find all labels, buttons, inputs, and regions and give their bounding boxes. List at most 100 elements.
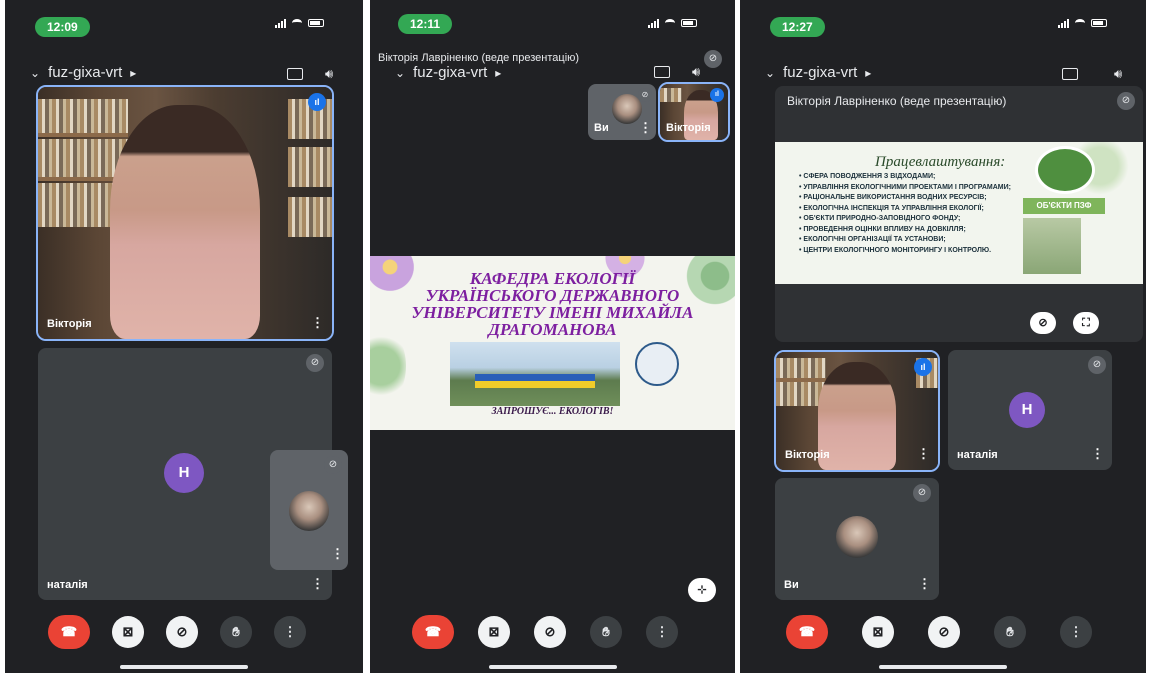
status-icons [1058,18,1107,28]
presenter-label: Вікторія Лавріненко (веде презентацію) [787,94,1007,108]
participant-tile-viktoria[interactable]: ıl Вікторія ⋮ [774,350,940,472]
end-call-button[interactable]: ☎ [786,615,828,649]
meeting-code: fuz-gixa-vrt [783,64,858,81]
participant-tile-viktoria[interactable]: ıl Вікторія ⋮ [36,85,334,341]
camera-off-button[interactable]: ⊠ [112,616,144,648]
list-item: • ЕКОЛОГІЧНА ІНСПЕКЦІЯ ТА УПРАВЛІННЯ ЕКО… [799,204,984,212]
switch-camera-icon[interactable] [654,66,670,78]
mic-off-icon: ⊘ [306,354,324,372]
wifi-icon [665,19,675,27]
self-view-tile[interactable]: ⊘ ⋮ [270,450,348,570]
list-item: • ОБ'ЄКТИ ПРИРОДНО-ЗАПОВІДНОГО ФОНДУ; [799,215,961,222]
end-call-button[interactable]: ☎ [48,615,90,649]
call-controls: ☎ ⊠ ⊘ ✋︎ ⋮ [412,615,678,649]
end-call-button[interactable]: ☎ [412,615,454,649]
call-controls: ☎ ⊠ ⊘ ✋︎ ⋮ [786,615,1092,649]
more-options-icon[interactable]: ⋮ [331,546,344,562]
slide-title: Працевлаштування: [875,154,1006,170]
chevron-down-icon[interactable]: ⌄ [395,66,405,80]
more-options-icon[interactable]: ⋮ [917,446,930,462]
meeting-header[interactable]: ⌄ fuz-gixa-vrt ▸ [395,64,501,81]
wifi-icon [292,19,302,27]
mic-off-icon: ⊘ [913,484,931,502]
speaker-icon[interactable]: 🔊︎ [692,64,700,80]
participant-video [818,362,896,470]
mic-off-button[interactable]: ⊘ [928,616,960,648]
more-options-button[interactable]: ⋮ [1060,616,1092,648]
raise-hand-button[interactable]: ✋︎ [590,616,622,648]
speaker-icon[interactable]: 🔊︎ [1114,66,1122,82]
signal-icon [648,18,659,28]
wifi-icon [1075,19,1085,27]
participant-name: Ви [594,122,609,134]
battery-icon [308,19,324,27]
self-view-tile[interactable]: ⊘ Ви ⋮ [588,84,656,140]
meeting-header[interactable]: ⌄ fuz-gixa-vrt ▸ [30,64,136,81]
caret-right-icon: ▸ [495,65,502,80]
battery-icon [1091,19,1107,27]
self-avatar [612,94,642,124]
more-options-icon[interactable]: ⋮ [918,576,931,592]
more-options-icon[interactable]: ⋮ [1091,446,1104,462]
more-options-button[interactable]: ⋮ [274,616,306,648]
self-avatar [836,516,878,558]
participant-name: Ви [784,579,799,591]
pin-off-button[interactable]: ⊘ [1030,312,1056,334]
camera-off-button[interactable]: ⊠ [478,616,510,648]
exit-fullscreen-button[interactable]: ⊹ [688,578,716,602]
meet-screen-2: 12:11 Вікторія Лавріненко (веде презента… [370,0,735,673]
presenter-label: Вікторія Лавріненко (веде презентацію) [378,52,580,64]
more-options-button[interactable]: ⋮ [646,616,678,648]
participant-video [110,105,260,339]
participant-name: наталія [47,579,88,591]
presentation-slide: Працевлаштування: • СФЕРА ПОВОДЖЕННЯ З В… [775,142,1143,284]
status-time: 12:27 [770,17,825,37]
participant-name: наталія [957,449,998,461]
speaking-indicator-icon: ıl [308,93,326,111]
slide-photo [1023,218,1081,274]
status-time: 12:09 [35,17,90,37]
speaking-indicator-icon: ıl [914,358,932,376]
switch-camera-icon[interactable] [287,68,303,80]
more-options-icon[interactable]: ⋮ [639,120,652,136]
signal-icon [1058,18,1069,28]
camera-off-button[interactable]: ⊠ [862,616,894,648]
fullscreen-button[interactable]: ⛶ [1073,312,1099,334]
self-view-tile[interactable]: ⊘ Ви ⋮ [775,478,939,600]
caret-right-icon: ▸ [865,65,872,80]
chevron-down-icon[interactable]: ⌄ [30,66,40,80]
mic-off-icon: ⊘ [704,50,722,68]
mic-off-icon: ⊘ [1117,92,1135,110]
faculty-logo [635,342,679,386]
list-item: • РАЦІОНАЛЬНЕ ВИКОРИСТАННЯ ВОДНИХ РЕСУРС… [799,194,987,201]
mic-off-icon: ⊘ [638,88,652,102]
switch-camera-icon[interactable] [1062,68,1078,80]
speaker-icon[interactable]: 🔊︎ [325,66,333,82]
meeting-code: fuz-gixa-vrt [413,64,488,81]
chevron-down-icon[interactable]: ⌄ [765,66,775,80]
battery-icon [681,19,697,27]
ecological-inspection-logo [1035,146,1095,194]
participant-tile-viktoria[interactable]: ıl Вікторія [658,82,730,142]
mic-off-button[interactable]: ⊘ [534,616,566,648]
call-controls: ☎ ⊠ ⊘ ✋︎ ⋮ [48,615,306,649]
avatar: Н [1009,392,1045,428]
slide-group-photo [450,342,620,406]
mic-off-button[interactable]: ⊘ [166,616,198,648]
employment-list: • СФЕРА ПОВОДЖЕННЯ З ВІДХОДАМИ; • УПРАВЛ… [799,172,1011,256]
presentation-tile[interactable]: Вікторія Лавріненко (веде презентацію) ⊘… [775,86,1143,342]
self-avatar [289,491,329,531]
mic-off-icon: ⊘ [324,456,342,474]
raise-hand-button[interactable]: ✋︎ [220,616,252,648]
list-item: • УПРАВЛІННЯ ЕКОЛОГІЧНИМИ ПРОЕКТАМИ І ПР… [799,183,1011,191]
meeting-header[interactable]: ⌄ fuz-gixa-vrt ▸ [765,64,871,81]
raise-hand-button[interactable]: ✋︎ [994,616,1026,648]
participant-tile-natalia[interactable]: ⊘ Н наталія ⋮ [948,350,1112,470]
status-icons [648,18,697,28]
list-item: • ЕКОЛОГІЧНІ ОРГАНІЗАЦІЇ ТА УСТАНОВИ; [799,236,946,243]
more-options-icon[interactable]: ⋮ [311,576,324,592]
home-indicator [120,665,248,669]
more-options-icon[interactable]: ⋮ [311,315,324,331]
home-indicator [488,665,617,669]
avatar: Н [164,453,204,493]
